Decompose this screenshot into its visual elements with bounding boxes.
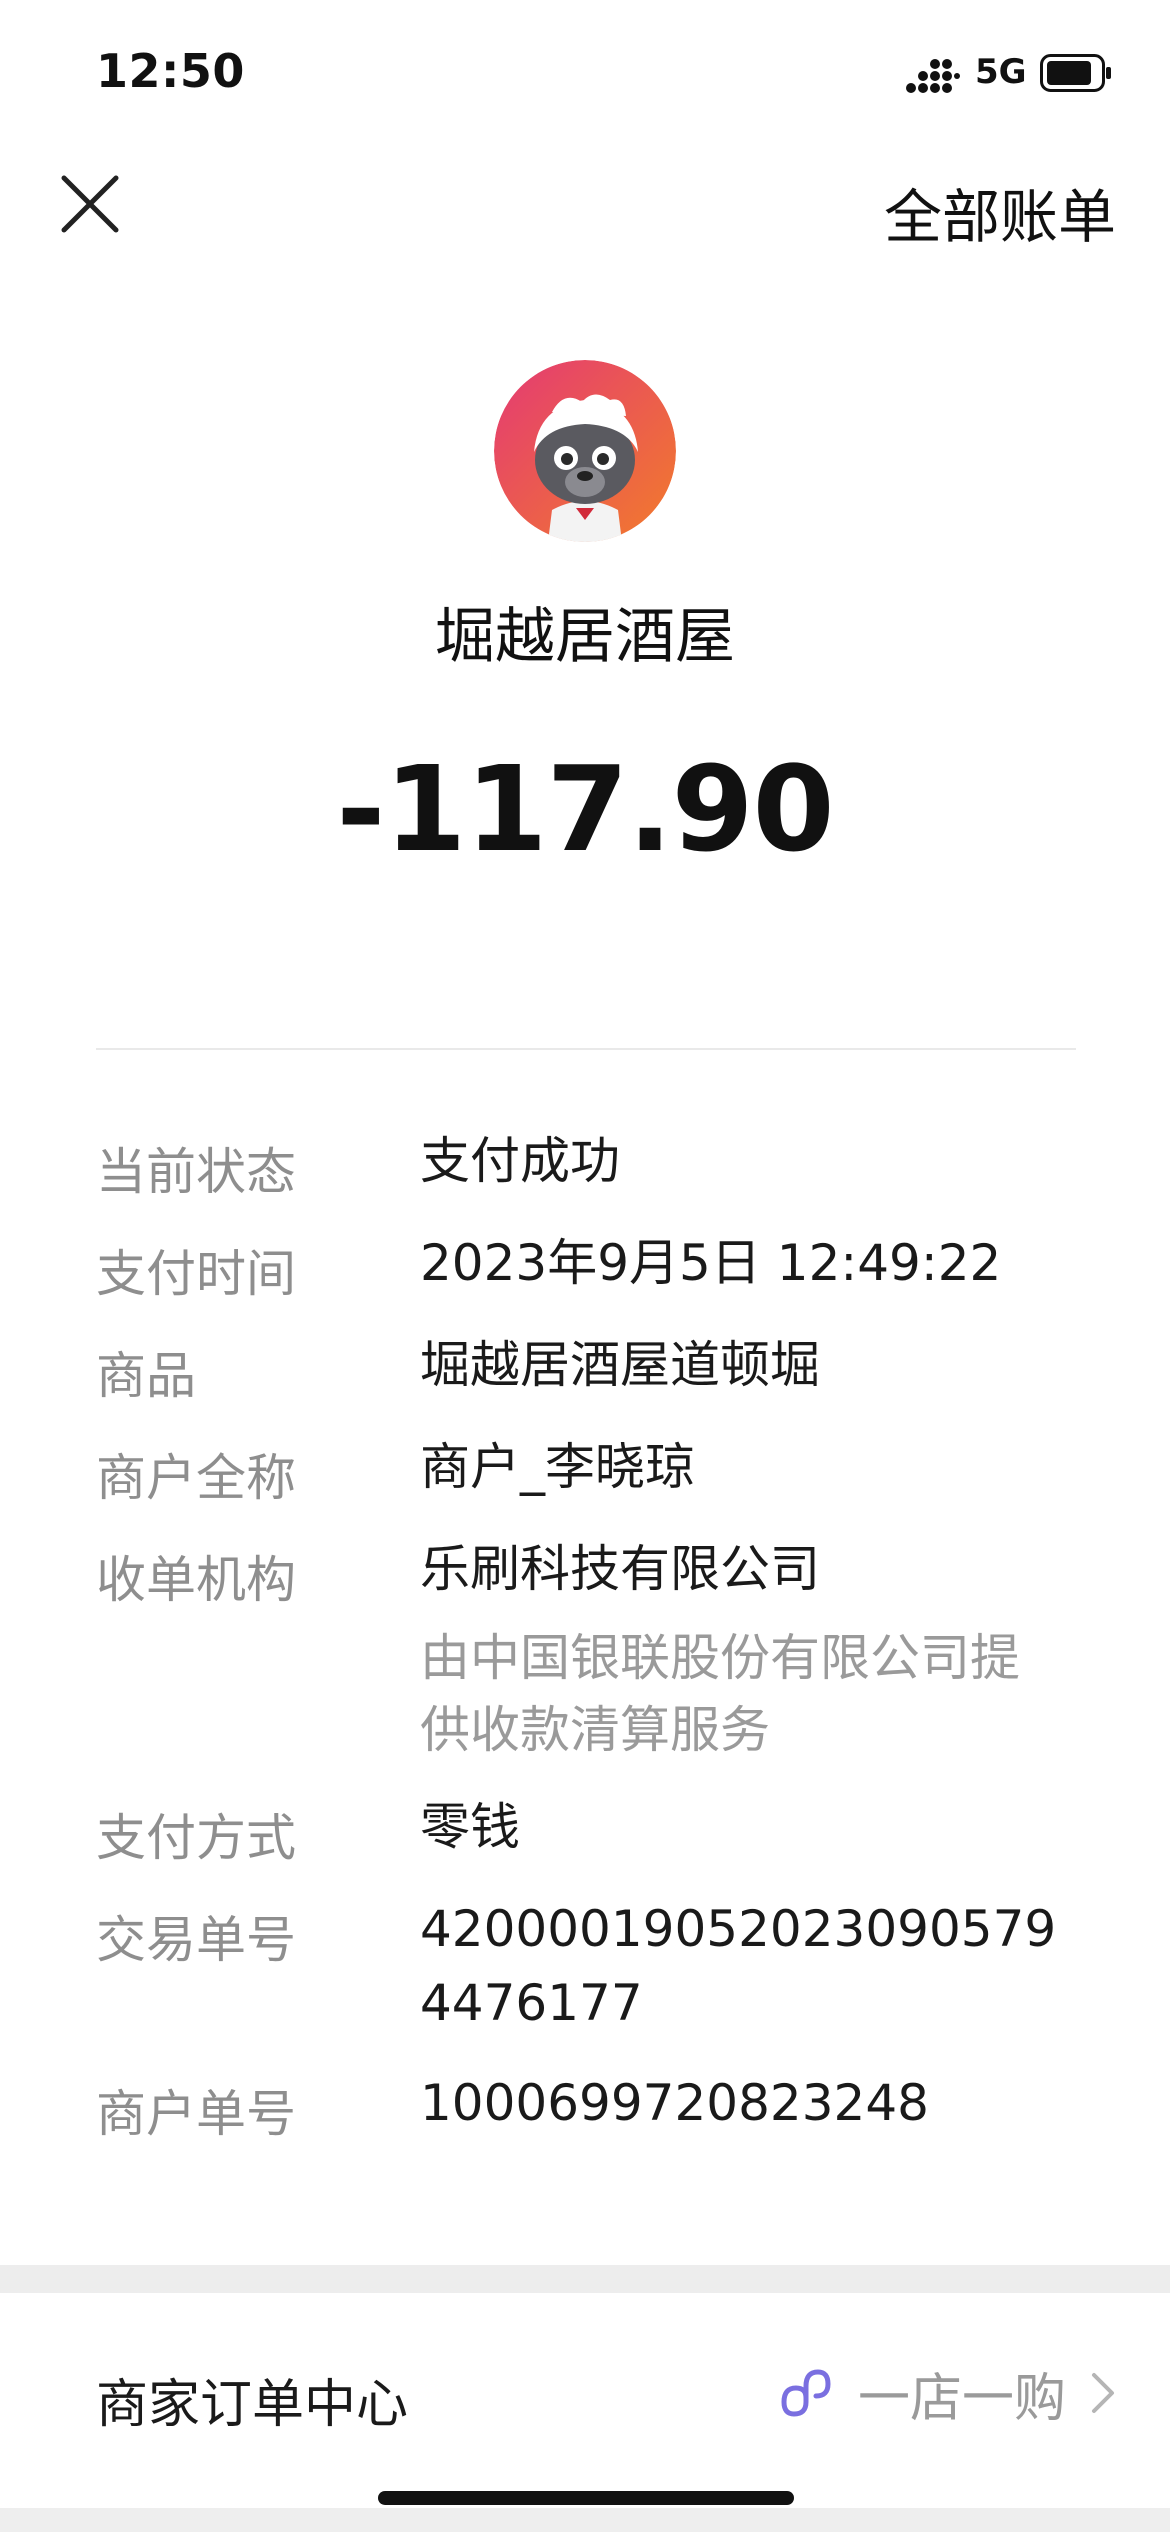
- acquirer-label: 收单机构: [96, 1551, 296, 1609]
- merchant-order-no-value[interactable]: 1000699720823248: [420, 2066, 1080, 2140]
- acquirer-value: 乐刷科技有限公司: [420, 1540, 820, 1598]
- acquirer-note-line2: 供收款清算服务: [420, 1701, 770, 1759]
- all-bills-link[interactable]: 全部账单: [884, 170, 1116, 254]
- honey-badger-avatar: [494, 360, 676, 542]
- mini-program-icon: [781, 2369, 831, 2417]
- home-indicator[interactable]: [378, 2491, 794, 2505]
- pay-method-label: 支付方式: [96, 1809, 296, 1867]
- transaction-no-line2[interactable]: 4476177: [420, 1966, 1080, 2040]
- merchant-full-name-label: 商户全称: [96, 1449, 296, 1507]
- one-shop-one-buy-link[interactable]: 一店一购: [774, 2360, 1116, 2429]
- status-label: 当前状态: [96, 1143, 296, 1201]
- merchant-order-center[interactable]: 商家订单中心: [96, 2362, 408, 2437]
- merchant-full-name-value: 商户_李晓琼: [420, 1438, 695, 1496]
- merchant-name: 堀越居酒屋: [435, 602, 735, 672]
- bottom-strip: [0, 2508, 1170, 2532]
- payment-amount: -117.90: [336, 740, 834, 878]
- pay-method-value: 零钱: [420, 1798, 520, 1856]
- product-label: 商品: [96, 1347, 196, 1405]
- section-separator: [0, 2265, 1170, 2293]
- merchant-order-no-label: 商户单号: [96, 2085, 296, 2143]
- status-value: 支付成功: [420, 1132, 620, 1190]
- transaction-no-label: 交易单号: [96, 1911, 296, 1969]
- product-value: 堀越居酒屋道顿堀: [420, 1336, 820, 1394]
- close-icon[interactable]: [58, 172, 122, 236]
- pay-time-label: 支付时间: [96, 1245, 296, 1303]
- signal-icon: [906, 59, 960, 93]
- divider: [96, 1048, 1076, 1050]
- acquirer-note-line1: 由中国银联股份有限公司提: [420, 1629, 1020, 1687]
- pay-time-value: 2023年9月5日 12:49:22: [420, 1234, 1002, 1292]
- one-shop-one-buy-label: 一店一购: [857, 2368, 1066, 2429]
- network-label: 5G: [975, 52, 1027, 92]
- battery-icon: [1040, 54, 1111, 92]
- status-time: 12:50: [96, 44, 245, 98]
- chevron-right-icon: [1092, 2373, 1114, 2413]
